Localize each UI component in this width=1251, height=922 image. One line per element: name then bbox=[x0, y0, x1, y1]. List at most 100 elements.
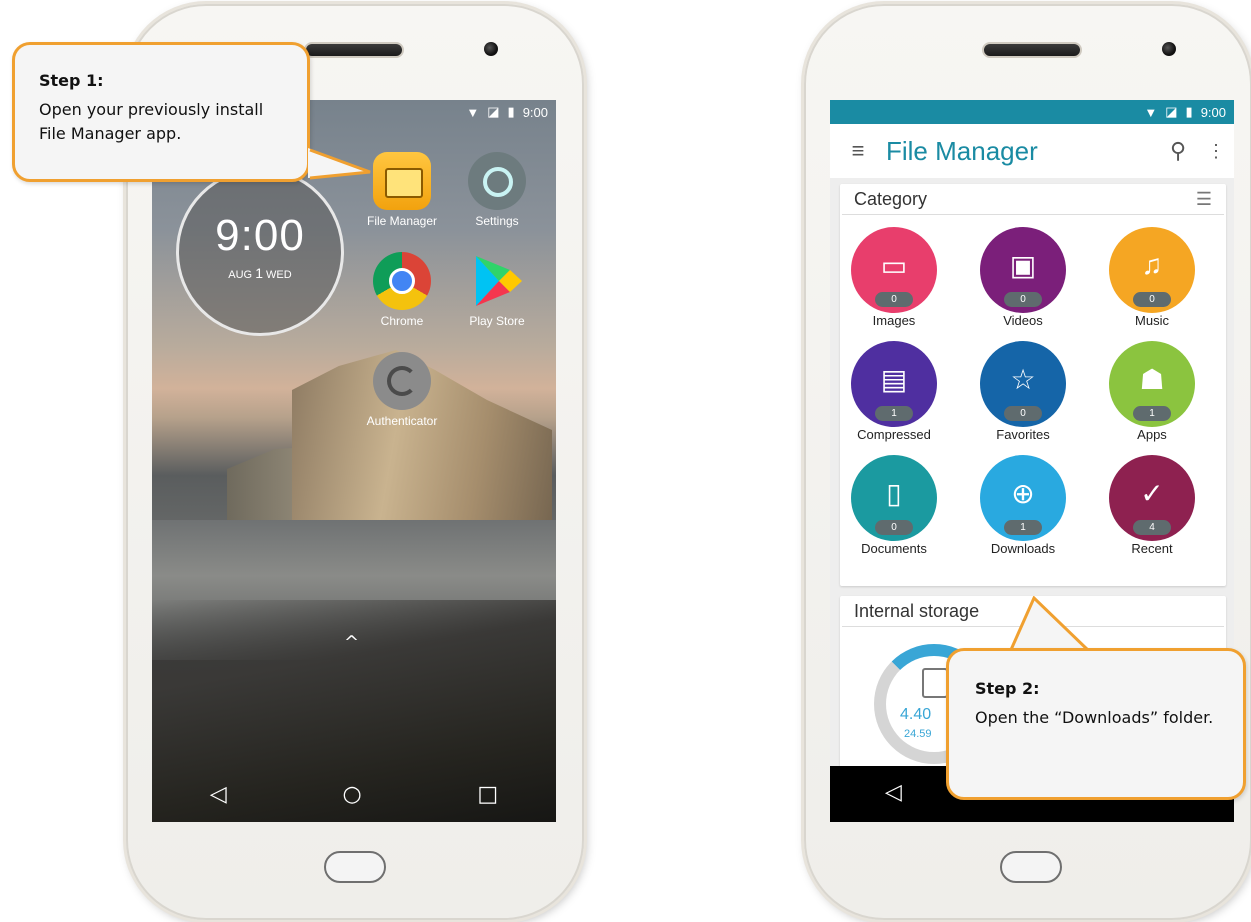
earpiece-speaker bbox=[982, 42, 1082, 58]
no-sim-icon: ◪ bbox=[487, 104, 500, 119]
app-header: ≡ File Manager ⚲ ⋮ bbox=[830, 124, 1234, 178]
category-count: 0 bbox=[1004, 292, 1042, 307]
category-favorites[interactable]: ☆ 0 Favorites bbox=[973, 341, 1073, 442]
step1-callout: Step 1: Open your previously install Fil… bbox=[12, 42, 310, 182]
battery-icon: ▮ bbox=[1185, 104, 1193, 119]
category-downloads[interactable]: ⊕ 1 Downloads bbox=[973, 455, 1073, 556]
step1-text: Open your previously install File Manage… bbox=[39, 100, 264, 143]
app-label: Settings bbox=[475, 214, 519, 228]
battery-icon: ▮ bbox=[507, 104, 515, 119]
category-label: Videos bbox=[1003, 313, 1043, 328]
status-time: 9:00 bbox=[1200, 104, 1226, 120]
disk-icon bbox=[922, 668, 948, 698]
storage-used: 4.40 bbox=[900, 706, 932, 723]
home-icon[interactable]: ○ bbox=[342, 782, 361, 807]
apps-circle: ☗ 1 bbox=[1109, 341, 1195, 427]
category-documents[interactable]: ▯ 0 Documents bbox=[844, 455, 944, 556]
step1-title: Step 1: bbox=[39, 71, 104, 90]
images-circle: ▭ 0 bbox=[851, 227, 937, 313]
app-play-store[interactable]: Play Store bbox=[449, 252, 545, 328]
document-icon: ▯ bbox=[886, 478, 902, 509]
category-count: 1 bbox=[875, 406, 913, 421]
category-compressed[interactable]: ▤ 1 Compressed bbox=[844, 341, 944, 442]
navigation-bar: ◁ ○ □ bbox=[152, 766, 556, 822]
category-count: 0 bbox=[1004, 406, 1042, 421]
music-circle: ♫ 0 bbox=[1109, 227, 1195, 313]
category-count: 0 bbox=[875, 520, 913, 535]
category-label: Apps bbox=[1137, 427, 1167, 442]
storage-total: 24.59 bbox=[904, 728, 932, 740]
front-camera bbox=[1162, 42, 1176, 56]
app-label: Authenticator bbox=[366, 414, 438, 428]
menu-icon[interactable]: ≡ bbox=[830, 138, 886, 164]
search-icon[interactable]: ⚲ bbox=[1158, 138, 1198, 164]
downloads-circle: ⊕ 1 bbox=[980, 455, 1066, 541]
step2-text: Open the “Downloads” folder. bbox=[975, 708, 1214, 727]
wifi-icon: ▼ bbox=[466, 104, 480, 120]
back-icon[interactable]: ◁ bbox=[210, 782, 227, 807]
app-label: Chrome bbox=[380, 314, 424, 328]
hardware-home-button[interactable] bbox=[324, 851, 386, 883]
check-circle-icon: ✓ bbox=[1140, 478, 1164, 509]
android-icon: ☗ bbox=[1139, 364, 1165, 395]
category-music[interactable]: ♫ 0 Music bbox=[1102, 227, 1202, 328]
file-manager-icon bbox=[373, 152, 431, 210]
video-icon: ▣ bbox=[1009, 250, 1037, 281]
category-label: Favorites bbox=[996, 427, 1050, 442]
status-time: 9:00 bbox=[522, 104, 548, 120]
settings-gear-icon bbox=[468, 152, 526, 210]
more-options-icon[interactable]: ⋮ bbox=[1198, 141, 1234, 162]
category-label: Compressed bbox=[857, 427, 931, 442]
recents-icon[interactable]: □ bbox=[477, 782, 498, 807]
app-chrome[interactable]: Chrome bbox=[354, 252, 450, 328]
recent-circle: ✓ 4 bbox=[1109, 455, 1195, 541]
play-store-icon bbox=[468, 252, 526, 310]
front-camera bbox=[484, 42, 498, 56]
category-label: Downloads bbox=[990, 541, 1056, 556]
zip-file-icon: ▤ bbox=[880, 364, 908, 395]
app-drawer-arrow[interactable]: ^ bbox=[344, 632, 359, 653]
step2-title: Step 2: bbox=[975, 679, 1040, 698]
app-title: File Manager bbox=[886, 135, 1038, 166]
favorites-circle: ☆ 0 bbox=[980, 341, 1066, 427]
chrome-icon bbox=[373, 252, 431, 310]
category-videos[interactable]: ▣ 0 Videos bbox=[973, 227, 1073, 328]
category-count: 1 bbox=[1004, 520, 1042, 535]
documents-circle: ▯ 0 bbox=[851, 455, 937, 541]
authenticator-icon bbox=[373, 352, 431, 410]
category-count: 4 bbox=[1133, 520, 1171, 535]
home-screen: ▼ ◪ ▮ 9:00 9:00 AUG 1 WED File Manager S… bbox=[152, 100, 556, 822]
category-label: Images bbox=[872, 313, 916, 328]
download-arrow-icon: ⊕ bbox=[1011, 478, 1035, 509]
category-card: Category ☰ ▭ 0 Images ▣ 0 Videos ♫ 0 Mus… bbox=[840, 184, 1226, 586]
compressed-circle: ▤ 1 bbox=[851, 341, 937, 427]
earpiece-speaker bbox=[304, 42, 404, 58]
category-label: Recent bbox=[1131, 541, 1173, 556]
app-label: File Manager bbox=[366, 214, 438, 228]
clock-widget[interactable]: 9:00 AUG 1 WED bbox=[176, 168, 344, 336]
step2-callout-pointer bbox=[1008, 596, 1092, 654]
star-icon: ☆ bbox=[1010, 364, 1036, 395]
wifi-icon: ▼ bbox=[1144, 104, 1158, 120]
category-title: Category bbox=[854, 188, 928, 209]
app-label: Play Store bbox=[469, 314, 525, 328]
clock-time: 9:00 bbox=[215, 211, 305, 260]
storage-title: Internal storage bbox=[854, 600, 980, 621]
clock-date: AUG 1 WED bbox=[228, 265, 292, 281]
no-sim-icon: ◪ bbox=[1165, 104, 1178, 119]
app-authenticator[interactable]: Authenticator bbox=[354, 352, 450, 428]
status-bar: ▼ ◪ ▮ 9:00 bbox=[830, 100, 1234, 124]
hardware-home-button[interactable] bbox=[1000, 851, 1062, 883]
app-settings[interactable]: Settings bbox=[449, 152, 545, 228]
category-images[interactable]: ▭ 0 Images bbox=[844, 227, 944, 328]
step2-callout: Step 2: Open the “Downloads” folder. bbox=[946, 648, 1246, 800]
music-note-icon: ♫ bbox=[1141, 249, 1163, 280]
category-header: Category ☰ bbox=[842, 184, 1224, 215]
back-icon[interactable]: ◁ bbox=[885, 780, 902, 805]
category-recent[interactable]: ✓ 4 Recent bbox=[1102, 455, 1202, 556]
list-view-icon[interactable]: ☰ bbox=[1196, 189, 1212, 210]
category-count: 1 bbox=[1133, 406, 1171, 421]
videos-circle: ▣ 0 bbox=[980, 227, 1066, 313]
category-apps[interactable]: ☗ 1 Apps bbox=[1102, 341, 1202, 442]
image-icon: ▭ bbox=[880, 250, 908, 281]
